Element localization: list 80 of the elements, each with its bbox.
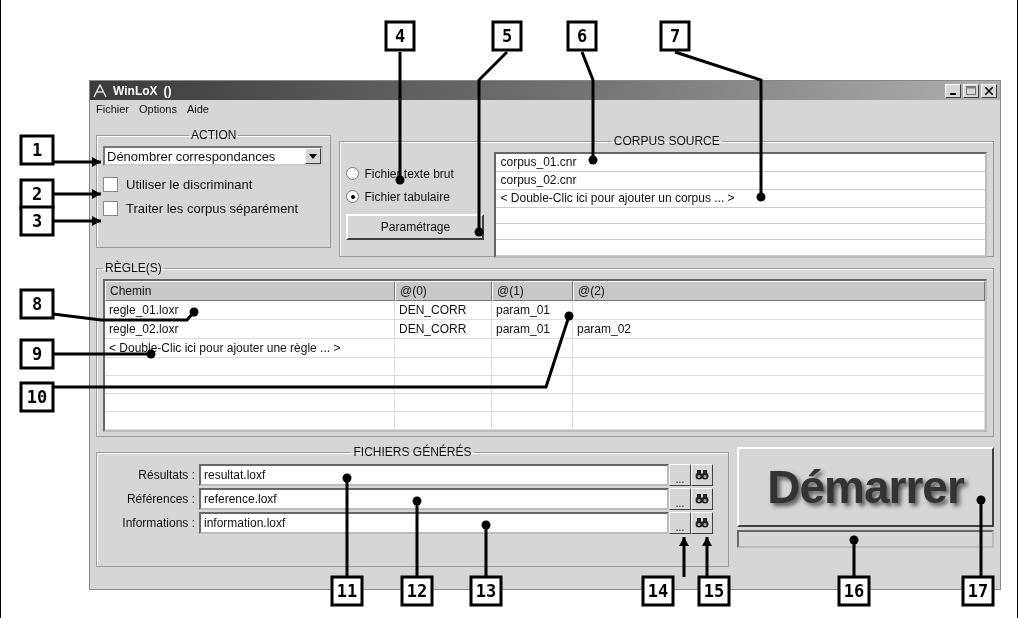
- callout-number: 10: [19, 381, 55, 413]
- table-cell: DEN_CORR: [399, 303, 467, 317]
- callout-number: 3: [19, 205, 55, 237]
- file-field[interactable]: resultat.loxf: [199, 464, 669, 486]
- radio-button[interactable]: [346, 190, 360, 203]
- binoculars-icon: [695, 493, 709, 505]
- binoculars-icon: [695, 517, 709, 529]
- leader-line: [849, 535, 859, 577]
- file-field[interactable]: reference.loxf: [199, 488, 669, 510]
- callout-number: 14: [641, 575, 675, 607]
- menu-item[interactable]: Aide: [186, 103, 209, 119]
- browse-button[interactable]: ...: [669, 464, 691, 486]
- list-item[interactable]: < Double-Clic ici pour ajouter un corpus ... >: [500, 191, 735, 205]
- view-button[interactable]: [691, 488, 713, 510]
- table-cell: DEN_CORR: [399, 322, 467, 336]
- column-header[interactable]: Chemin: [105, 281, 395, 301]
- callout-number: 1: [19, 134, 55, 166]
- callout-number: 17: [961, 575, 995, 607]
- column-header[interactable]: @(2): [573, 281, 985, 301]
- caret-icon: [309, 153, 317, 159]
- checkbox-label: Traiter les corpus séparément: [126, 200, 299, 216]
- file-field[interactable]: information.loxf: [199, 512, 669, 534]
- start-button[interactable]: Démarrer: [737, 447, 994, 527]
- table-cell: regle_02.loxr: [109, 322, 179, 336]
- leader-line: [481, 520, 491, 577]
- callout-number: 8: [19, 288, 55, 320]
- action-dropdown[interactable]: Dénombrer correspondances: [103, 146, 323, 166]
- callout-number: 5: [491, 20, 523, 52]
- callout-number: 9: [19, 338, 55, 370]
- callout-number: 4: [384, 20, 416, 52]
- leader-line: [679, 537, 689, 577]
- close-icon: [985, 86, 993, 95]
- close-button[interactable]: [981, 83, 997, 98]
- callout-number: 7: [659, 20, 691, 52]
- window-title-suffix: (): [163, 83, 172, 98]
- menu-item[interactable]: Fichier: [96, 103, 129, 119]
- window-title: WinLoX: [113, 83, 158, 98]
- callout-number: 12: [400, 575, 434, 607]
- field-label: Références :: [125, 492, 196, 506]
- leader-line: [53, 189, 101, 199]
- view-button[interactable]: [691, 464, 713, 486]
- settings-button[interactable]: Paramétrage: [346, 214, 485, 240]
- minimize-button[interactable]: [945, 83, 961, 98]
- column-header[interactable]: @(0): [395, 281, 492, 301]
- checkbox[interactable]: [103, 200, 118, 216]
- callout-number: 15: [697, 575, 731, 607]
- table-cell: param_01: [496, 322, 551, 336]
- column-header[interactable]: @(1): [492, 281, 573, 301]
- maximize-button[interactable]: [963, 83, 979, 98]
- field-label: Informations :: [121, 516, 196, 530]
- menu-item[interactable]: Options: [139, 103, 177, 119]
- radio-label: Fichier tabulaire: [364, 189, 450, 204]
- table-cell: param_02: [577, 322, 632, 336]
- checkbox[interactable]: [103, 176, 118, 192]
- leader-line: [53, 216, 101, 226]
- list-item[interactable]: corpus_02.cnr: [500, 173, 577, 187]
- table-cell: param_01: [496, 303, 551, 317]
- callout-number: 6: [566, 20, 598, 52]
- view-button[interactable]: [691, 512, 713, 534]
- minimize-icon: [950, 92, 956, 95]
- table-cell: regle_01.loxr: [109, 303, 179, 317]
- callout-number: 16: [837, 575, 871, 607]
- browse-button[interactable]: ...: [669, 488, 691, 510]
- app-icon: [93, 83, 107, 98]
- table-cell: < Double-Clic ici pour ajouter une règle ... >: [109, 341, 341, 355]
- callout-number: 13: [469, 575, 503, 607]
- checkbox-label: Utiliser le discriminant: [126, 176, 253, 192]
- leader-line: [53, 157, 101, 167]
- group-title: CORPUS SOURCE: [612, 134, 721, 148]
- group-title: ACTION: [190, 128, 238, 142]
- field-label: Résultats :: [137, 468, 196, 482]
- group-title: RÈGLE(S): [104, 261, 163, 275]
- callout-number: 11: [330, 575, 364, 607]
- binoculars-icon: [695, 469, 709, 481]
- leader-line: [702, 537, 712, 577]
- maximize-icon: [966, 86, 976, 95]
- radio-button[interactable]: [346, 167, 360, 180]
- browse-button[interactable]: ...: [669, 512, 691, 534]
- list-item[interactable]: corpus_01.cnr: [500, 155, 577, 169]
- group-title: FICHIERS GÉNÉRÉS: [352, 445, 473, 459]
